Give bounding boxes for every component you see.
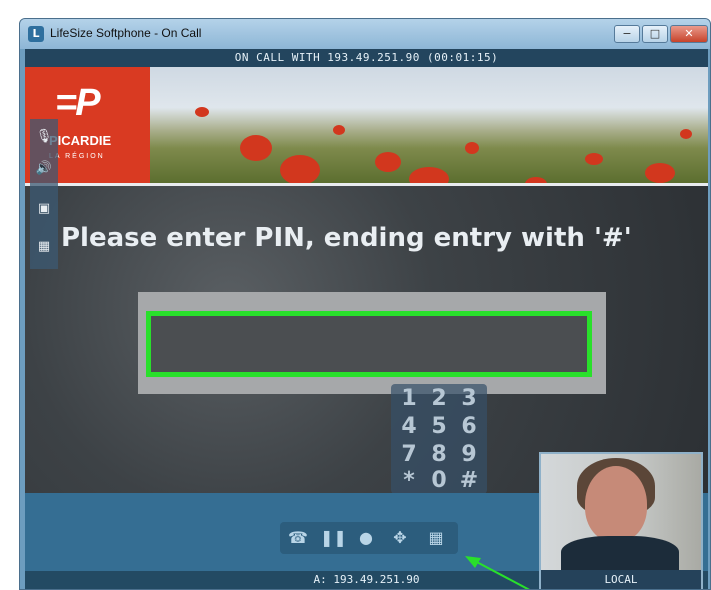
hangup-icon[interactable]: ☎ <box>286 526 310 550</box>
key-5[interactable]: 5 <box>424 414 454 440</box>
self-view-video[interactable]: LOCAL <box>539 452 703 589</box>
annotation-arrow <box>465 556 530 589</box>
maximize-button[interactable]: □ <box>642 25 668 43</box>
dialpad: 1 2 3 4 5 6 7 8 9 * 0 # <box>391 384 487 494</box>
keypad-icon[interactable]: ▦ <box>424 526 448 550</box>
call-sidebar: 🎙 🔊 ▣ ▦ <box>30 119 58 269</box>
title-bar: L LifeSize Softphone - On Call − □ ✕ <box>20 19 710 49</box>
key-6[interactable]: 6 <box>454 414 484 440</box>
call-toolbar: ☎ ❚❚ ● ✥ ▦ <box>280 522 458 554</box>
pin-input-field[interactable] <box>146 311 592 377</box>
softphone-window: L LifeSize Softphone - On Call − □ ✕ ON … <box>19 18 711 590</box>
logo-mark: =P <box>55 82 101 124</box>
call-status-bar: ON CALL WITH 193.49.251.90 (00:01:15) <box>25 49 708 67</box>
divider <box>25 183 708 186</box>
app-icon: L <box>28 26 44 42</box>
key-9[interactable]: 9 <box>454 442 484 468</box>
key-2[interactable]: 2 <box>424 386 454 412</box>
speaker-icon[interactable]: 🔊 <box>34 159 54 179</box>
key-4[interactable]: 4 <box>394 414 424 440</box>
minimize-button[interactable]: − <box>614 25 640 43</box>
pause-icon[interactable]: ❚❚ <box>320 526 347 550</box>
window-title: LifeSize Softphone - On Call <box>50 26 202 40</box>
key-3[interactable]: 3 <box>454 386 484 412</box>
key-hash[interactable]: # <box>454 468 484 494</box>
pin-prompt: Please enter PIN, ending entry with '#' <box>61 223 632 253</box>
close-button[interactable]: ✕ <box>670 25 708 43</box>
move-icon[interactable]: ✥ <box>388 526 412 550</box>
key-star[interactable]: * <box>394 468 424 494</box>
key-8[interactable]: 8 <box>424 442 454 468</box>
logo-name: PICARDIE <box>49 133 112 148</box>
microphone-icon[interactable]: 🎙 <box>34 127 54 147</box>
key-1[interactable]: 1 <box>394 386 424 412</box>
key-0[interactable]: 0 <box>424 468 454 494</box>
self-view-image <box>541 454 701 576</box>
self-view-label: LOCAL <box>541 570 701 589</box>
camera-icon[interactable]: ▣ <box>34 199 54 219</box>
key-7[interactable]: 7 <box>394 442 424 468</box>
record-icon[interactable]: ● <box>354 526 378 550</box>
layout-icon[interactable]: ▦ <box>34 237 54 257</box>
